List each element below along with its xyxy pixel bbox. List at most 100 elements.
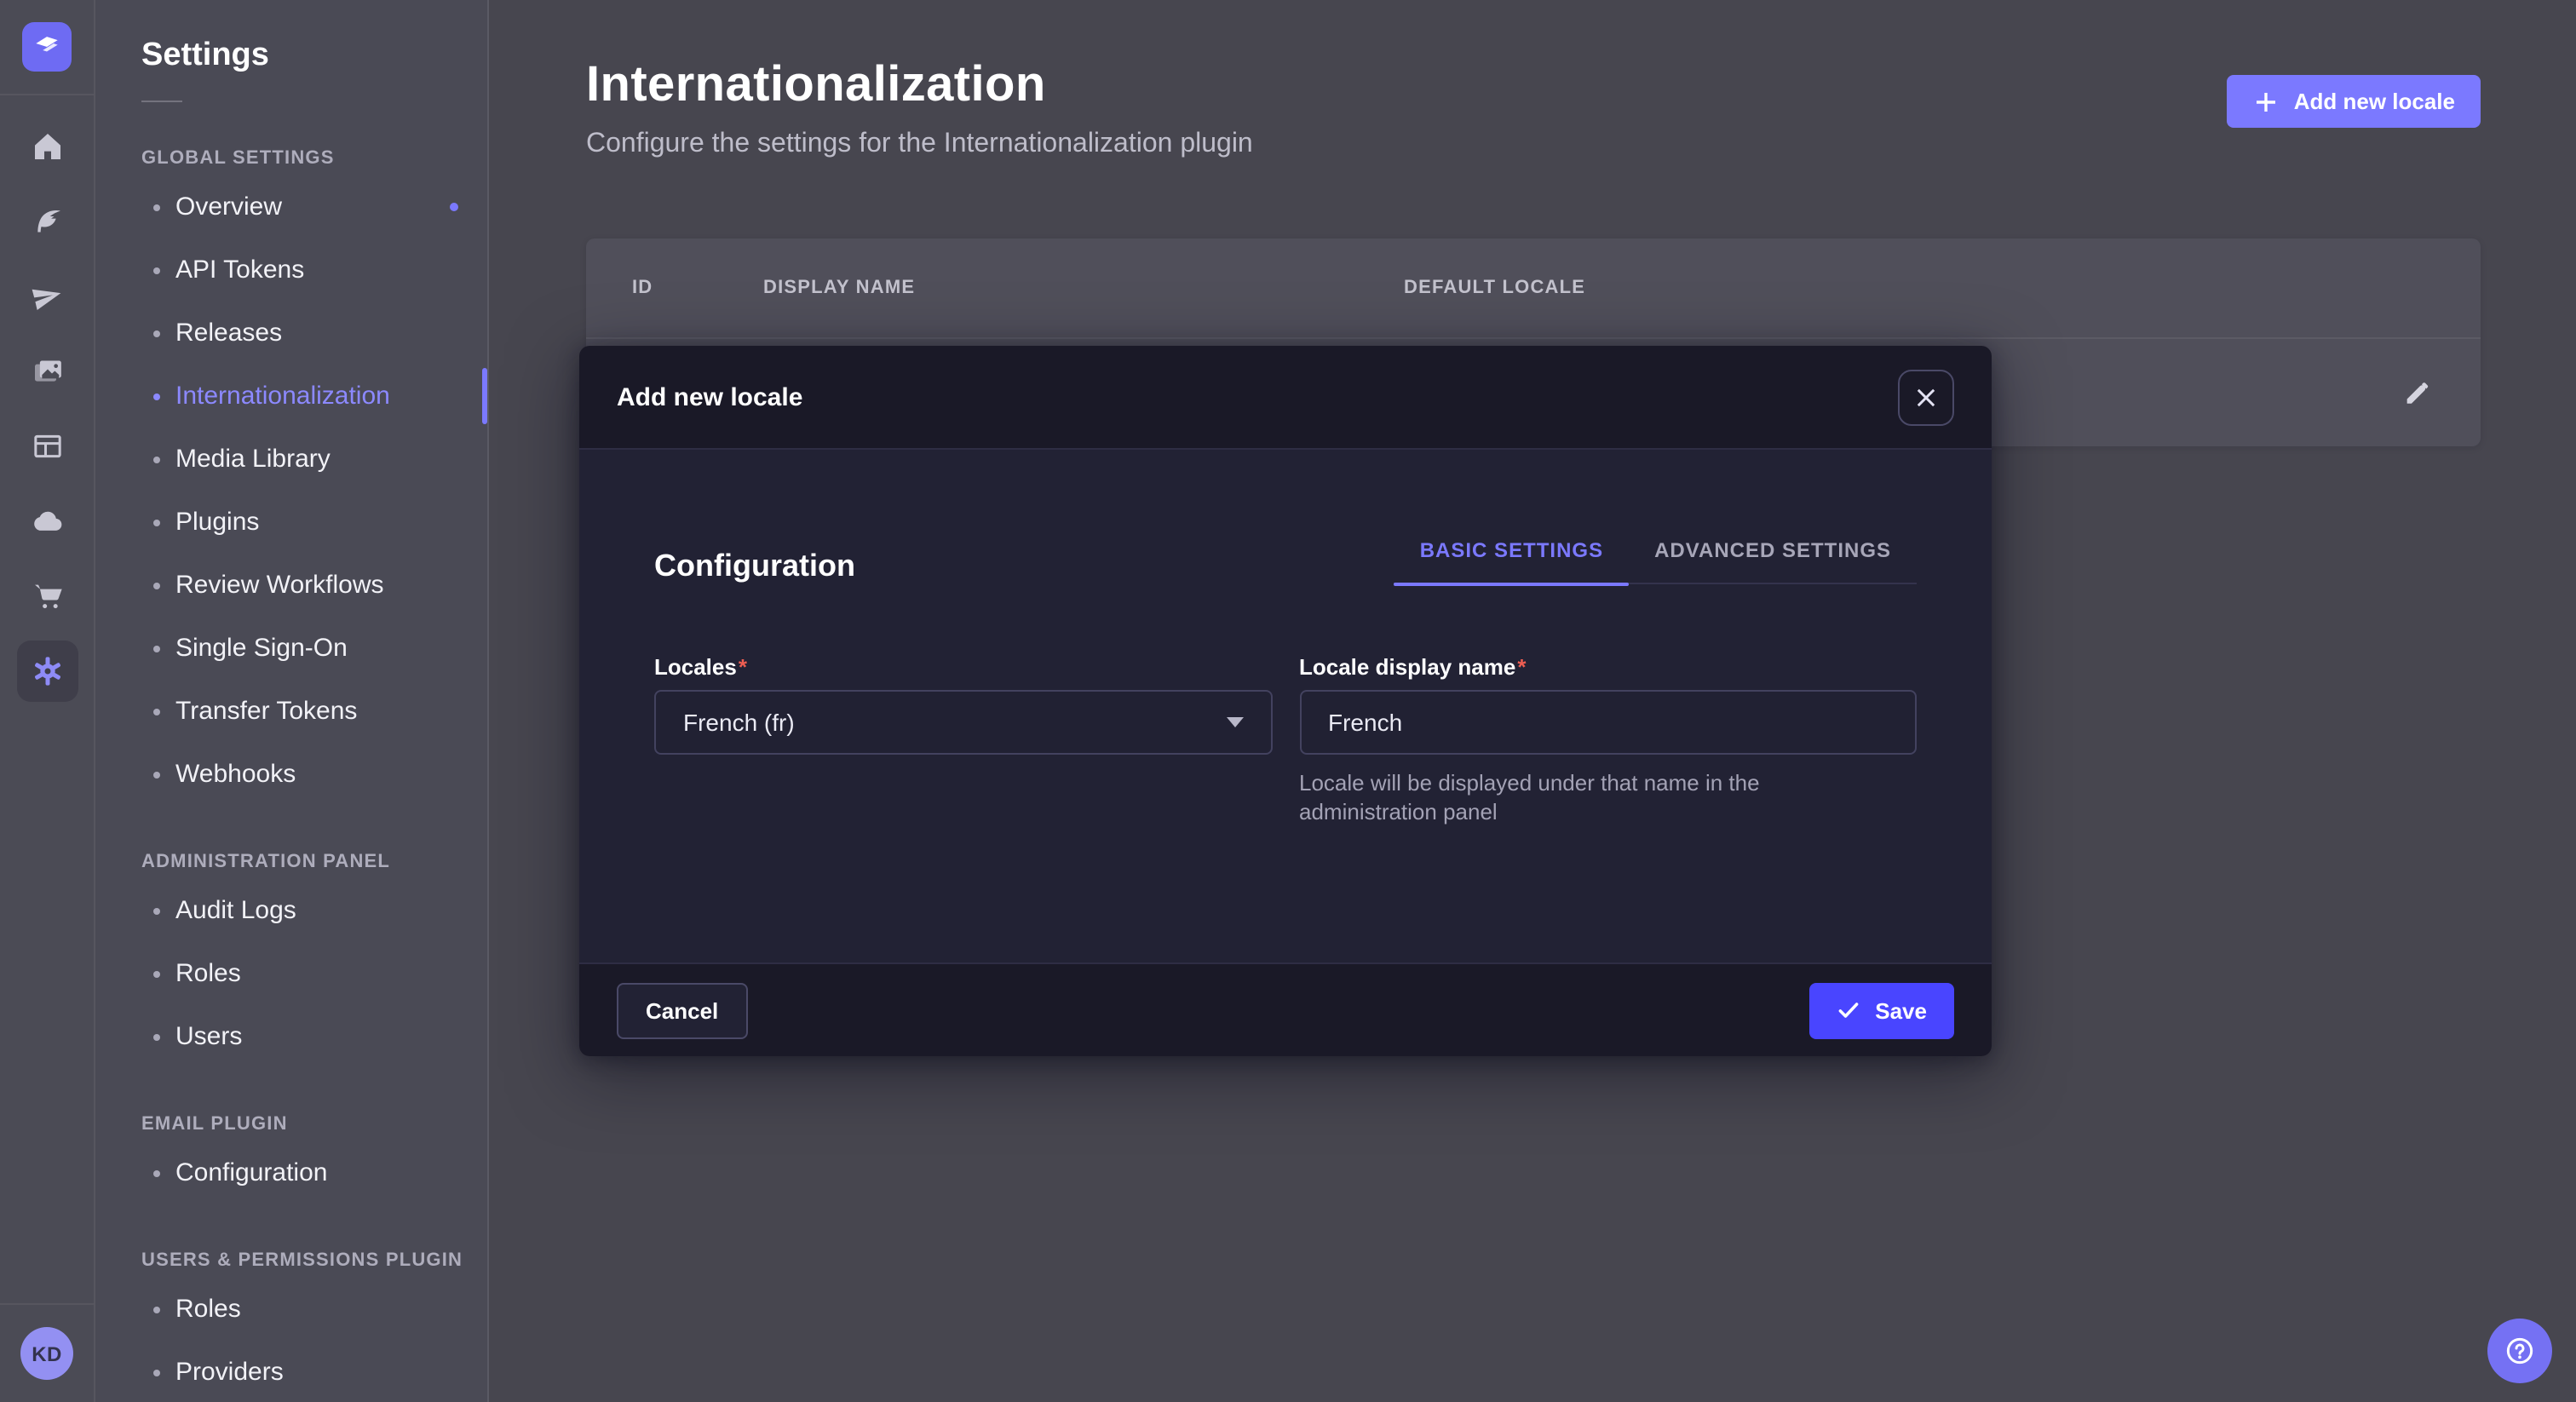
media-library-icon[interactable] [16,341,78,402]
display-name-field: Locale display name* Locale will be disp… [1299,654,1917,827]
settings-gear-icon[interactable] [16,641,78,702]
configuration-title: Configuration [654,549,855,584]
nav-item-label: API Tokens [175,256,304,284]
sidebar-item-media-library[interactable]: Media Library [95,428,487,491]
settings-sub-sidebar: Settings GLOBAL SETTINGS Overview API To… [95,0,489,1402]
settings-nav-title: Settings [95,37,487,75]
nav-item-label: Audit Logs [175,896,296,925]
marketplace-cart-icon[interactable] [16,566,78,627]
section-label-global-settings: GLOBAL SETTINGS [95,148,487,169]
configuration-section-header: Configuration BASIC SETTINGS ADVANCED SE… [654,450,1917,584]
cloud-icon[interactable] [16,491,78,552]
sidebar-item-transfer-tokens[interactable]: Transfer Tokens [95,680,487,743]
save-button[interactable]: Save [1808,982,1954,1038]
sidebar-item-single-sign-on[interactable]: Single Sign-On [95,617,487,680]
sidebar-item-up-providers[interactable]: Providers [95,1341,487,1402]
nav-item-label: Transfer Tokens [175,697,357,726]
locales-select[interactable]: French (fr) [654,690,1272,755]
sidebar-nav [16,116,78,702]
title-divider [141,101,182,102]
nav-item-label: Overview [175,192,282,221]
add-new-locale-button[interactable]: Add new locale [2228,75,2481,128]
nav-item-label: Webhooks [175,760,296,789]
sidebar-item-webhooks[interactable]: Webhooks [95,743,487,806]
sidebar-item-releases[interactable]: Releases [95,302,487,365]
sidebar-item-audit-logs[interactable]: Audit Logs [95,879,487,942]
nav-item-label: Single Sign-On [175,634,348,663]
sidebar-item-review-workflows[interactable]: Review Workflows [95,554,487,617]
required-asterisk: * [739,654,747,680]
section-label-email-plugin: EMAIL PLUGIN [95,1114,487,1135]
section-label-administration-panel: ADMINISTRATION PANEL [95,852,487,872]
locales-label-text: Locales [654,654,737,680]
users-permissions-list: Roles Providers [95,1278,487,1402]
add-new-locale-label: Add new locale [2294,89,2455,114]
page-subtitle: Configure the settings for the Internati… [586,129,1253,160]
section-label-users-permissions-plugin: USERS & PERMISSIONS PLUGIN [95,1250,487,1271]
page-title: Internationalization [586,58,1253,114]
bullet-icon [153,393,160,399]
user-avatar[interactable]: KD [20,1327,73,1380]
pencil-icon [2401,377,2430,406]
tab-basic-settings[interactable]: BASIC SETTINGS [1394,538,1629,583]
bullet-icon [153,1306,160,1313]
modal-close-button[interactable] [1898,369,1954,425]
nav-item-label: Releases [175,319,282,348]
bullet-icon [153,907,160,914]
bullet-icon [153,267,160,273]
nav-item-label: Roles [175,959,241,988]
content-type-builder-icon[interactable] [16,416,78,477]
bullet-icon [153,970,160,977]
settings-tabs: BASIC SETTINGS ADVANCED SETTINGS [1394,538,1917,584]
bullet-icon [153,1169,160,1176]
modal-body: Configuration BASIC SETTINGS ADVANCED SE… [579,450,1992,962]
bullet-icon [153,519,160,526]
chevron-down-icon [1226,717,1243,727]
nav-item-label: Roles [175,1295,241,1324]
required-asterisk: * [1517,654,1526,680]
global-settings-list: Overview API Tokens Releases Internation… [95,175,487,806]
edit-locale-button[interactable] [2389,365,2443,419]
display-name-input[interactable] [1299,690,1917,755]
nav-item-label: Plugins [175,508,259,537]
tab-advanced-settings[interactable]: ADVANCED SETTINGS [1629,538,1917,583]
sidebar-footer: KD [0,1303,94,1402]
column-header-default-locale: DEFAULT LOCALE [1404,278,2481,298]
plus-icon [2253,88,2280,115]
main-icon-sidebar: KD [0,0,95,1402]
table-header-row: ID DISPLAY NAME DEFAULT LOCALE [586,238,2481,337]
sidebar-item-internationalization[interactable]: Internationalization [95,365,487,428]
sidebar-item-email-configuration[interactable]: Configuration [95,1141,487,1204]
sidebar-item-plugins[interactable]: Plugins [95,491,487,554]
releases-paper-plane-icon[interactable] [16,266,78,327]
bullet-icon [153,708,160,715]
home-icon[interactable] [16,116,78,177]
check-icon [1836,998,1860,1022]
bullet-icon [153,771,160,778]
strapi-logo[interactable] [22,22,72,72]
locales-select-value: French (fr) [683,709,795,736]
nav-item-label: Review Workflows [175,571,384,600]
bullet-icon [153,1369,160,1376]
cancel-button[interactable]: Cancel [617,982,747,1038]
sidebar-item-api-tokens[interactable]: API Tokens [95,238,487,302]
sidebar-item-overview[interactable]: Overview [95,175,487,238]
bullet-icon [153,330,160,336]
locale-form: Locales* French (fr) Locale display name… [654,654,1917,827]
modal-header: Add new locale [579,346,1992,450]
help-button[interactable] [2487,1319,2552,1383]
notification-dot [450,203,458,211]
nav-item-label: Providers [175,1358,284,1387]
question-mark-icon [2503,1334,2537,1368]
sidebar-item-admin-roles[interactable]: Roles [95,942,487,1005]
bullet-icon [153,1033,160,1040]
column-header-display-name: DISPLAY NAME [763,278,1404,298]
nav-item-label: Internationalization [175,382,390,411]
sidebar-item-admin-users[interactable]: Users [95,1005,487,1068]
modal-footer: Cancel Save [579,962,1992,1056]
email-plugin-list: Configuration [95,1141,487,1204]
bullet-icon [153,204,160,210]
sidebar-item-up-roles[interactable]: Roles [95,1278,487,1341]
app-window: KD Settings GLOBAL SETTINGS Overview API… [0,0,2576,1402]
content-manager-feather-icon[interactable] [16,191,78,252]
